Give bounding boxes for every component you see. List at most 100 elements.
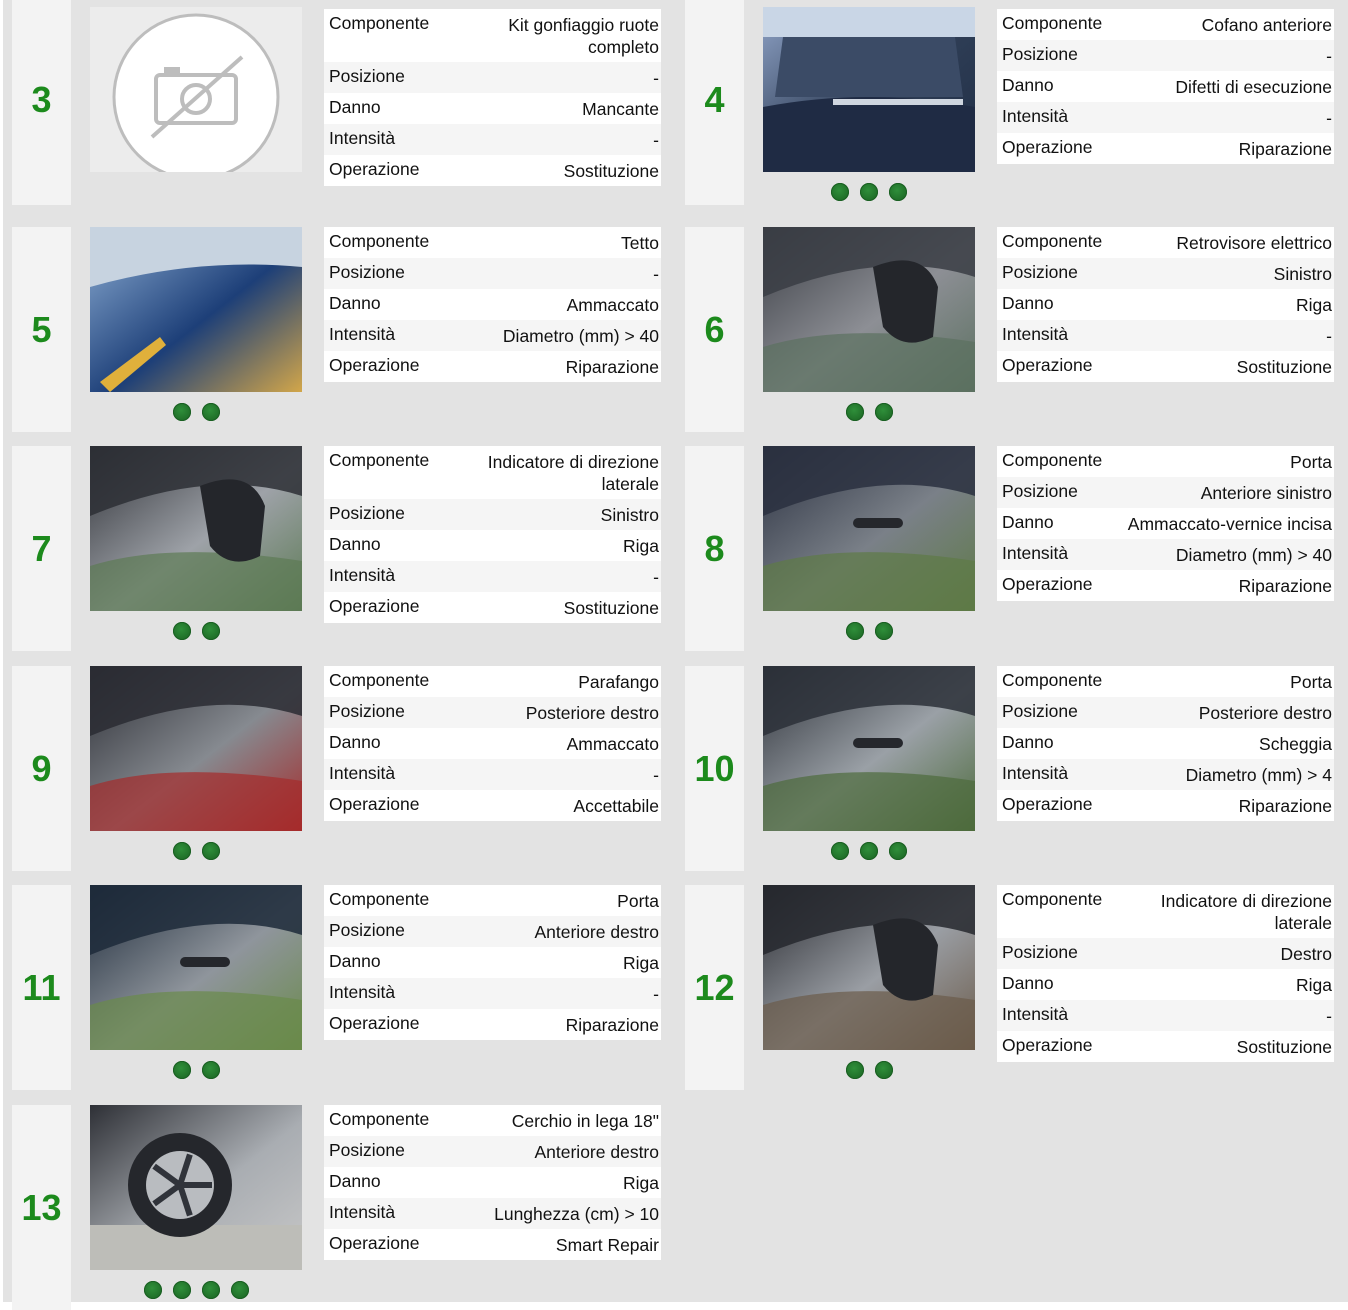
detail-row-intensita: Intensità - — [324, 978, 661, 1009]
danno-value: Scheggia — [1259, 734, 1332, 754]
posizione-value: Anteriore destro — [534, 1142, 659, 1162]
posizione-value: Anteriore sinistro — [1200, 483, 1332, 503]
item-number: 13 — [21, 1186, 62, 1228]
intensita-value: - — [1326, 108, 1332, 128]
photo-carousel-dots — [90, 403, 302, 423]
detail-row-posizione: Posizione - — [997, 40, 1334, 71]
damage-detail-table: Componente Porta Posizione Anteriore sinist… — [997, 446, 1334, 601]
damage-card: 11 Componente Porta Posizione Anteriore dest… — [12, 885, 674, 1090]
rear-door-photo-image — [763, 666, 975, 831]
intensita-value: Diametro (mm) > 40 — [502, 326, 659, 346]
intensita-value: - — [1326, 326, 1332, 346]
posizione-value: Sinistro — [600, 505, 659, 525]
right-mirror-photo[interactable] — [763, 885, 975, 1050]
detail-row-danno: Danno Riga — [324, 947, 661, 978]
carousel-dot[interactable] — [831, 842, 849, 860]
carousel-dot[interactable] — [172, 1281, 191, 1299]
damage-detail-table: Componente Cofano anteriore Posizione - Dann… — [997, 9, 1334, 164]
operazione-value: Riparazione — [1238, 796, 1332, 816]
danno-label: Danno — [1002, 732, 1054, 752]
alloy-wheel-photo[interactable] — [90, 1105, 302, 1270]
detail-row-danno: Danno Mancante — [324, 93, 661, 124]
photo-carousel-dots — [90, 1061, 302, 1081]
carousel-dot[interactable] — [831, 183, 849, 201]
componente-label: Componente — [1002, 13, 1103, 33]
detail-row-intensita: Intensità - — [997, 102, 1334, 133]
carousel-dot[interactable] — [874, 1061, 893, 1079]
carousel-dot[interactable] — [889, 842, 907, 860]
item-number-column: 6 — [685, 227, 744, 432]
carousel-dot[interactable] — [860, 842, 878, 860]
rear-door-photo[interactable] — [763, 666, 975, 831]
detail-row-posizione: Posizione Posteriore destro — [324, 697, 661, 728]
operazione-label: Operazione — [1002, 1035, 1093, 1055]
no-photo-icon[interactable] — [90, 7, 302, 172]
intensita-label: Intensità — [329, 565, 396, 585]
carousel-dot[interactable] — [860, 183, 878, 201]
damage-detail-table: Componente Parafango Posizione Posteriore d… — [324, 666, 661, 821]
detail-row-operazione: Operazione Riparazione — [997, 570, 1334, 601]
carousel-dot[interactable] — [201, 1281, 220, 1299]
carousel-dot[interactable] — [874, 622, 893, 640]
detail-row-danno: Danno Riga — [997, 969, 1334, 1000]
detail-row-componente: Componente Porta — [997, 446, 1334, 477]
carousel-dot[interactable] — [201, 403, 220, 421]
photo-carousel-dots — [763, 842, 975, 862]
posizione-label: Posizione — [329, 503, 405, 523]
detail-row-operazione: Operazione Riparazione — [324, 1009, 661, 1040]
posizione-label: Posizione — [1002, 701, 1078, 721]
posizione-label: Posizione — [329, 262, 405, 282]
posizione-label: Posizione — [329, 701, 405, 721]
item-number-column: 9 — [12, 666, 71, 871]
car-hood-photo[interactable] — [763, 7, 975, 172]
componente-value: Indicatore di direzione laterale — [1160, 891, 1332, 933]
rear-fender-photo[interactable] — [90, 666, 302, 831]
carousel-dot[interactable] — [172, 403, 191, 421]
danno-value: Ammaccato — [566, 295, 659, 315]
carousel-dot[interactable] — [172, 842, 191, 860]
car-roof-photo[interactable] — [90, 227, 302, 392]
carousel-dot[interactable] — [845, 1061, 864, 1079]
front-door-handle-photo-image — [90, 885, 302, 1050]
danno-value: Riga — [623, 953, 659, 973]
carousel-dot[interactable] — [201, 622, 220, 640]
front-door-handle-photo[interactable] — [90, 885, 302, 1050]
carousel-dot[interactable] — [889, 183, 907, 201]
carousel-dot[interactable] — [845, 403, 864, 421]
danno-value: Ammaccato — [566, 734, 659, 754]
posizione-label: Posizione — [1002, 262, 1078, 282]
carousel-dot[interactable] — [143, 1281, 162, 1299]
componente-value: Cerchio in lega 18" — [511, 1111, 659, 1131]
carousel-dot[interactable] — [201, 1061, 220, 1079]
item-number: 11 — [22, 966, 61, 1008]
detail-row-operazione: Operazione Smart Repair — [324, 1229, 661, 1260]
detail-row-operazione: Operazione Sostituzione — [997, 1031, 1334, 1062]
detail-row-componente: Componente Cofano anteriore — [997, 9, 1334, 40]
item-number: 6 — [704, 308, 725, 350]
detail-row-posizione: Posizione Anteriore sinistro — [997, 477, 1334, 508]
turn-indicator-photo[interactable] — [90, 446, 302, 611]
detail-row-operazione: Operazione Sostituzione — [997, 351, 1334, 382]
carousel-dot[interactable] — [172, 1061, 191, 1079]
side-mirror-photo[interactable] — [763, 227, 975, 392]
operazione-value: Riparazione — [1238, 139, 1332, 159]
carousel-dot[interactable] — [172, 622, 191, 640]
front-door-photo[interactable] — [763, 446, 975, 611]
photo-carousel-dots — [763, 183, 975, 203]
detail-row-componente: Componente Tetto — [324, 227, 661, 258]
carousel-dot[interactable] — [201, 842, 220, 860]
componente-value: Tetto — [621, 233, 659, 253]
damage-card: 6 Componente Retrovisore elettrico Posizion… — [685, 227, 1347, 432]
carousel-dot[interactable] — [230, 1281, 249, 1299]
detail-row-intensita: Intensità - — [324, 759, 661, 790]
carousel-dot[interactable] — [845, 622, 864, 640]
operazione-label: Operazione — [329, 1013, 420, 1033]
detail-row-danno: Danno Difetti di esecuzione — [997, 71, 1334, 102]
photo-carousel-dots — [90, 842, 302, 862]
operazione-value: Accettabile — [573, 796, 659, 816]
carousel-dot[interactable] — [874, 403, 893, 421]
item-number: 7 — [31, 527, 52, 569]
damage-detail-table: Componente Tetto Posizione - Danno Ammaccato I… — [324, 227, 661, 382]
detail-row-danno: Danno Ammaccato — [324, 289, 661, 320]
detail-row-operazione: Operazione Riparazione — [997, 790, 1334, 821]
